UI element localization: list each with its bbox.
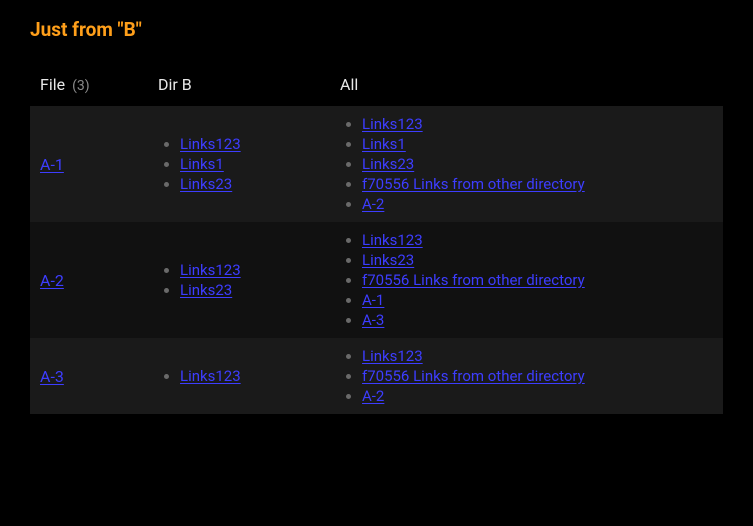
link[interactable]: Links1 [362,135,406,153]
list-item: Links123 [362,230,713,250]
all-list: Links123 f70556 Links from other director… [340,346,713,406]
link[interactable]: Links123 [180,261,241,279]
list-item: Links123 [180,260,320,280]
cell-dirb: Links123 Links1 Links23 [148,106,330,222]
link[interactable]: f70556 Links from other directory [362,271,585,289]
file-link[interactable]: A-3 [40,367,64,386]
list-item: f70556 Links from other directory [362,270,713,290]
table-row: A-2 Links123 Links23 Links123 Links23 f70556 … [30,222,723,338]
list-item: A-3 [362,310,713,330]
dirb-list: Links123 Links1 Links23 [158,134,320,194]
col-header-file-count: (3) [72,78,90,94]
list-item: A-2 [362,194,713,214]
list-item: Links23 [180,174,320,194]
list-item: f70556 Links from other directory [362,174,713,194]
list-item: Links123 [180,366,320,386]
link[interactable]: Links23 [180,281,232,299]
file-link[interactable]: A-1 [40,155,64,174]
link[interactable]: Links123 [180,135,241,153]
cell-dirb: Links123 Links23 [148,222,330,338]
link[interactable]: Links123 [362,231,423,249]
list-item: Links123 [362,114,713,134]
list-item: f70556 Links from other directory [362,366,713,386]
link[interactable]: A-2 [362,387,384,405]
table-row: A-1Links123Links1Links23Links123Links1Li… [30,106,723,222]
table-row: A-3 Links123 Links123 f70556 Links from oth… [30,338,723,414]
list-item: Links23 [180,280,320,300]
link[interactable]: f70556 Links from other directory [362,367,585,385]
list-item: Links123 [180,134,320,154]
all-list: Links123 Links23 f70556 Links from other d… [340,230,713,330]
link[interactable]: Links23 [362,155,414,173]
cell-file: A-2 [30,222,148,338]
cell-all: Links123 f70556 Links from other director… [330,338,723,414]
link[interactable]: Links123 [180,367,241,385]
list-item: A-1 [362,290,713,310]
col-header-file: File (3) [30,71,148,106]
link[interactable]: Links123 [362,115,423,133]
list-item: Links23 [362,154,713,174]
cell-all: Links123 Links23 f70556 Links from other d… [330,222,723,338]
file-link[interactable]: A-2 [40,271,64,290]
link[interactable]: A-1 [362,291,384,309]
col-header-file-label: File [40,75,65,94]
all-list: Links123 Links1 Links23 f70556 Links from o… [340,114,713,214]
section-title: Just from "B" [30,18,723,41]
list-item: Links1 [362,134,713,154]
col-header-dirb: Dir B [148,71,330,106]
col-header-all: All [330,71,723,106]
dirb-list: Links123 [158,366,320,386]
link[interactable]: Links23 [180,175,232,193]
list-item: Links1 [180,154,320,174]
link[interactable]: Links23 [362,251,414,269]
links-table: File (3) Dir B All A-1Links123Links1Link… [30,71,723,414]
list-item: Links23 [362,250,713,270]
link[interactable]: Links1 [180,155,224,173]
link[interactable]: A-2 [362,195,384,213]
cell-all: Links123 Links1 Links23 f70556 Links from o… [330,106,723,222]
cell-file: A-3 [30,338,148,414]
link[interactable]: f70556 Links from other directory [362,175,585,193]
list-item: Links123 [362,346,713,366]
cell-dirb: Links123 [148,338,330,414]
list-item: A-2 [362,386,713,406]
dirb-list: Links123 Links23 [158,260,320,300]
cell-file: A-1 [30,106,148,222]
link[interactable]: Links123 [362,347,423,365]
link[interactable]: A-3 [362,311,384,329]
